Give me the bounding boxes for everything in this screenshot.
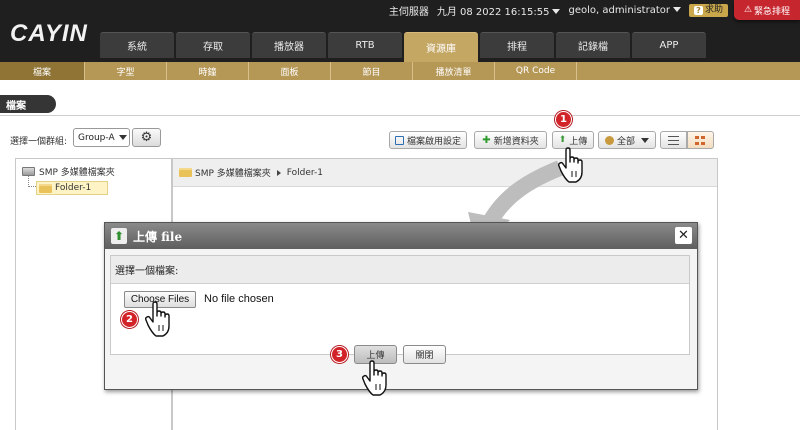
upload-icon: ⬆ (111, 228, 127, 244)
filter-icon (604, 135, 614, 145)
chevron-down-icon (552, 9, 561, 14)
file-enable-settings-button[interactable]: 檔案啟用設定 (389, 131, 467, 149)
top-bar: CAYIN 主伺服器 九月 08 2022 16:15:55 geolo, ad… (0, 0, 800, 62)
filter-select[interactable]: 全部 (598, 131, 656, 149)
file-status-text: No file chosen (204, 293, 274, 305)
user-menu[interactable]: geolo, administrator (568, 5, 681, 16)
folder-icon (179, 168, 192, 177)
tab-system[interactable]: 系統 (100, 32, 174, 58)
group-select-value: Group-A (78, 132, 115, 143)
chevron-down-icon (641, 137, 649, 143)
server-label: 主伺服器 (388, 6, 429, 18)
help-icon: ? (693, 5, 703, 15)
user-name: geolo, administrator (568, 4, 670, 16)
subtab-playlist[interactable]: 播放清單 (413, 62, 495, 80)
grid-view-icon (695, 135, 706, 145)
file-enable-settings-label: 檔案啟用設定 (406, 136, 461, 147)
step-badge-3: 3 (331, 346, 348, 363)
tree-item-folder-1[interactable]: Folder-1 (36, 181, 108, 195)
list-view-button[interactable] (660, 131, 687, 149)
subtab-panel[interactable]: 面板 (249, 62, 331, 80)
step-badge-1: 1 (555, 111, 572, 128)
breadcrumb-current[interactable]: Folder-1 (287, 168, 323, 178)
chevron-down-icon (672, 7, 681, 12)
drive-icon (22, 167, 35, 176)
dialog-body: 選擇一個檔案: Choose Files No file chosen (110, 255, 690, 355)
datetime-text: 九月 08 2022 16:15:55 (436, 6, 550, 18)
step-badge-2: 2 (121, 311, 138, 328)
page-title: 檔案 (0, 95, 56, 113)
main-nav-tabs: 系統 存取 播放器 RTB 資源庫 排程 記錄檔 APP (100, 32, 706, 62)
folder-icon (39, 183, 52, 193)
breadcrumb-separator-icon (276, 169, 281, 176)
dialog-header: ⬆ 上傳 file ✕ (105, 223, 697, 249)
emergency-label: 緊急排程 (754, 6, 791, 17)
sub-nav-tabs: 檔案 字型 時鐘 面板 節目 播放清單 QR Code (0, 62, 800, 80)
top-info-bar: 主伺服器 九月 08 2022 16:15:55 geolo, administ… (388, 3, 728, 18)
tree-connector (28, 176, 36, 187)
subtab-qrcode[interactable]: QR Code (495, 62, 577, 80)
datetime-display[interactable]: 九月 08 2022 16:15:55 (437, 3, 561, 18)
new-folder-label: 新增資料夾 (493, 136, 539, 147)
emergency-schedule-button[interactable]: ⚠ 緊急排程 (734, 0, 800, 20)
tab-logs[interactable]: 記錄檔 (556, 32, 630, 58)
close-icon[interactable]: ✕ (675, 227, 692, 244)
upload-icon: ⬆ (558, 135, 567, 145)
emergency-icon: ⚠ (743, 5, 753, 15)
dialog-close-button[interactable]: 關閉 (403, 345, 446, 364)
breadcrumb: SMP 多媒體檔案夾 Folder-1 (173, 159, 717, 187)
tab-resources[interactable]: 資源庫 (404, 32, 478, 62)
subtab-files[interactable]: 檔案 (0, 62, 85, 80)
help-button[interactable]: ? 求助 (688, 3, 728, 17)
gear-icon: ⚙ (140, 130, 153, 145)
upload-file-dialog: ⬆ 上傳 file ✕ 選擇一個檔案: Choose Files No file… (104, 222, 698, 390)
hand-cursor-icon (361, 360, 387, 396)
hand-cursor-icon (144, 301, 170, 337)
settings-icon (394, 135, 404, 145)
plus-icon: ✚ (482, 134, 491, 146)
tab-schedule[interactable]: 排程 (480, 32, 554, 58)
tab-rtb[interactable]: RTB (328, 32, 402, 58)
tab-access[interactable]: 存取 (176, 32, 250, 58)
upload-label: 上傳 (569, 136, 588, 147)
chevron-down-icon (118, 135, 127, 140)
list-view-icon (668, 135, 679, 145)
tab-app[interactable]: APP (632, 32, 706, 58)
filter-label: 全部 (616, 136, 635, 147)
tree-root-label: SMP 多媒體檔案夾 (39, 168, 115, 178)
new-folder-button[interactable]: ✚ 新增資料夾 (474, 131, 547, 149)
group-settings-button[interactable]: ⚙ (132, 128, 161, 147)
hand-cursor-icon (557, 147, 583, 183)
subtab-program[interactable]: 節目 (331, 62, 413, 80)
help-label: 求助 (704, 4, 723, 15)
breadcrumb-root[interactable]: SMP 多媒體檔案夾 (195, 166, 271, 179)
divider (0, 115, 800, 116)
grid-view-button[interactable] (687, 131, 714, 149)
subtab-clock[interactable]: 時鐘 (167, 62, 249, 80)
subtab-fonts[interactable]: 字型 (85, 62, 167, 80)
tab-player[interactable]: 播放器 (252, 32, 326, 58)
dialog-title: 上傳 file (133, 229, 183, 244)
choose-file-label: 選擇一個檔案: (111, 256, 689, 284)
tree-item-label: Folder-1 (55, 183, 92, 193)
group-select[interactable]: Group-A (73, 128, 130, 147)
cayin-logo[interactable]: CAYIN (10, 20, 88, 48)
group-select-label: 選擇一個群組: (10, 137, 68, 147)
